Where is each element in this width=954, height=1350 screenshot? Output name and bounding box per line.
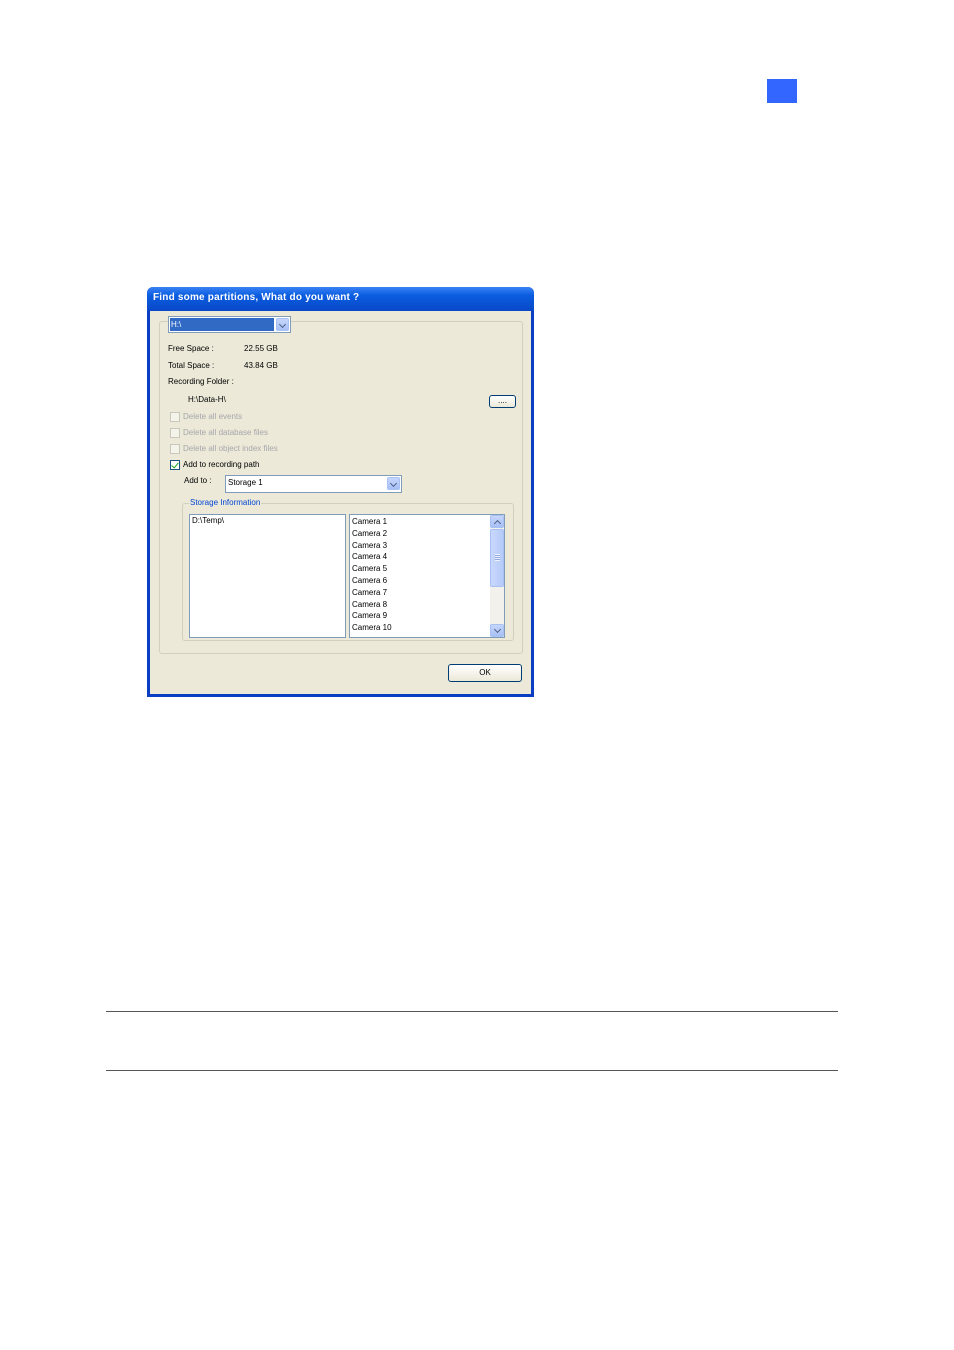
add-to-recording-path-checkbox[interactable] bbox=[170, 460, 180, 470]
ok-button[interactable]: OK bbox=[448, 664, 522, 682]
list-item[interactable]: Camera 7 bbox=[350, 587, 490, 599]
drive-select-value: H:\ bbox=[170, 318, 274, 331]
dialog-client-area: H:\ Free Space : 22.55 GB Total Space : … bbox=[150, 311, 531, 694]
list-item[interactable]: Camera 9 bbox=[350, 610, 490, 622]
list-item[interactable]: Camera 1 bbox=[350, 516, 490, 528]
find-partitions-dialog: Find some partitions, What do you want ?… bbox=[147, 287, 534, 697]
storage-select-value: Storage 1 bbox=[228, 478, 263, 487]
checkmark-icon bbox=[171, 460, 179, 469]
free-space-label: Free Space : bbox=[168, 344, 214, 353]
page-marker bbox=[767, 79, 797, 103]
delete-object-index-checkbox[interactable] bbox=[170, 444, 180, 454]
chevron-down-icon[interactable] bbox=[387, 477, 400, 490]
list-item[interactable]: D:\Temp\ bbox=[190, 515, 345, 527]
total-space-value: 43.84 GB bbox=[244, 361, 278, 370]
list-item[interactable]: Camera 5 bbox=[350, 563, 490, 575]
list-item[interactable]: Camera 2 bbox=[350, 528, 490, 540]
list-item[interactable]: Camera 4 bbox=[350, 551, 490, 563]
camera-list-items: Camera 1 Camera 2 Camera 3 Camera 4 Came… bbox=[350, 516, 490, 634]
delete-events-checkbox[interactable] bbox=[170, 412, 180, 422]
section-divider-top bbox=[106, 1011, 838, 1012]
delete-object-index-label: Delete all object index files bbox=[183, 444, 278, 453]
scroll-up-icon[interactable] bbox=[490, 515, 504, 528]
storage-information-legend: Storage Information bbox=[189, 498, 262, 507]
chevron-down-icon[interactable] bbox=[276, 318, 289, 331]
dialog-title: Find some partitions, What do you want ? bbox=[153, 292, 360, 303]
free-space-value: 22.55 GB bbox=[244, 344, 278, 353]
storage-path-list[interactable]: D:\Temp\ bbox=[189, 514, 346, 638]
list-item[interactable]: Camera 6 bbox=[350, 575, 490, 587]
list-item[interactable]: Camera 8 bbox=[350, 599, 490, 611]
storage-select[interactable]: Storage 1 bbox=[225, 475, 402, 493]
dialog-title-bar[interactable]: Find some partitions, What do you want ? bbox=[147, 287, 534, 311]
list-item[interactable]: Camera 10 bbox=[350, 622, 490, 634]
add-to-label: Add to : bbox=[184, 476, 212, 485]
add-to-recording-path-label: Add to recording path bbox=[183, 460, 260, 469]
recording-folder-label: Recording Folder : bbox=[168, 377, 234, 386]
camera-list[interactable]: Camera 1 Camera 2 Camera 3 Camera 4 Came… bbox=[349, 514, 505, 638]
browse-button[interactable]: .... bbox=[489, 395, 516, 408]
recording-folder-value: H:\Data-H\ bbox=[188, 395, 226, 404]
list-item[interactable]: Camera 3 bbox=[350, 540, 490, 552]
section-divider-bottom bbox=[106, 1070, 838, 1071]
camera-list-scrollbar[interactable] bbox=[490, 515, 504, 637]
scroll-down-icon[interactable] bbox=[490, 624, 504, 637]
total-space-label: Total Space : bbox=[168, 361, 215, 370]
drive-select[interactable]: H:\ bbox=[168, 316, 291, 333]
scrollbar-thumb[interactable] bbox=[490, 529, 504, 587]
delete-database-checkbox[interactable] bbox=[170, 428, 180, 438]
delete-database-label: Delete all database files bbox=[183, 428, 268, 437]
delete-events-label: Delete all events bbox=[183, 412, 243, 421]
